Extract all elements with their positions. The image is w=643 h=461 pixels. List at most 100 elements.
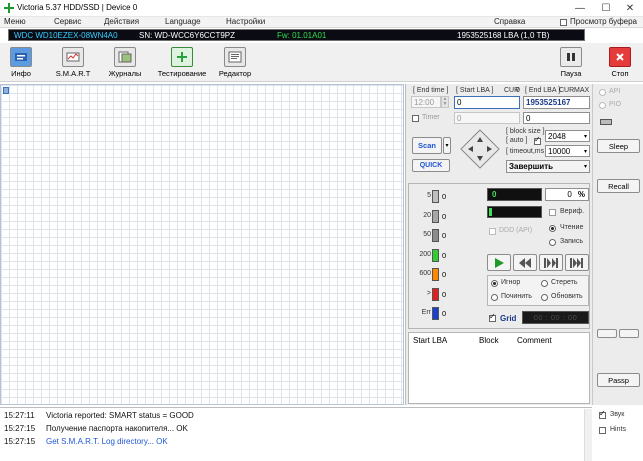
latency-swatch [432,287,439,301]
rewind-icon[interactable] [513,254,537,271]
hints-label: Hints [610,426,626,433]
menu-item-actions[interactable]: Действия [104,17,139,26]
buffer-view-checkbox[interactable] [560,19,567,26]
refresh-radio[interactable] [541,294,548,301]
menu-item-service[interactable]: Сервис [54,17,81,26]
grid-checkbox[interactable] [489,312,496,322]
finish-action-select[interactable]: Завершить ▾ [506,160,590,173]
start-lba-field[interactable]: 0 [454,96,520,109]
device-serial: SN: WD-WCC6Y6CCT9PZ [139,31,236,40]
auto-label: [ auto ] [506,137,528,144]
verify-checkbox[interactable] [549,209,556,216]
erase-radio[interactable] [541,280,548,287]
end-time-spinner[interactable]: ▲ ▼ [441,96,449,108]
write-radio[interactable] [549,239,556,246]
latency-row: 200 0 [413,248,453,263]
editor-button[interactable]: Редактор [217,44,253,81]
log-row: 15:27:15 Получение паспорта накопителя...… [4,424,188,433]
menu-bar: Меню Сервис Действия Language Настройки … [0,17,643,28]
sound-label: Звук [610,411,625,418]
stop-icon [609,47,631,67]
direction-pad[interactable] [460,129,500,169]
latency-row: 20 0 [413,209,453,224]
passp-button[interactable]: Passp [597,373,640,387]
aux-button-2[interactable] [619,329,639,338]
editor-icon [224,47,246,67]
latency-count: 0 [442,192,447,201]
end-icon[interactable] [565,254,589,271]
toolbar: Инфо S.M.A.R.T Журналы Тестирование Реда… [0,43,643,82]
surface-map[interactable] [0,84,404,405]
api-label: API [609,88,621,95]
device-info-bar: WDC WD10EZEX-08WN4A0 SN: WD-WCC6Y6CCT9PZ… [8,29,585,41]
menu-item-language[interactable]: Language [165,17,201,26]
end-lba-field[interactable]: 1953525167 [523,96,590,109]
auto-checkbox[interactable] [534,135,541,145]
skip-icon[interactable] [539,254,563,271]
menu-item-menu[interactable]: Меню [4,17,26,26]
latency-row: 50 [413,190,453,204]
api-radio[interactable] [599,89,606,96]
maximize-button[interactable]: ☐ [593,0,619,17]
start-lba-zero-button[interactable]: 0 [516,87,520,94]
recall-button[interactable]: Recall [597,179,640,193]
pause-icon [560,47,582,67]
latency-label: 5 [427,192,431,199]
menu-item-help[interactable]: Справка [494,17,525,26]
minimize-button[interactable]: — [567,0,593,17]
timer-label: Timer [422,114,440,121]
latency-count: 0 [442,250,447,260]
indicator-led [600,119,612,125]
log-scrollbar[interactable] [584,409,592,461]
end-lba-cur-button[interactable]: CUR [559,87,574,94]
end-lba-max-button[interactable]: MAX [574,87,589,94]
app-icon [4,3,14,13]
close-button[interactable]: ✕ [617,0,643,17]
quick-button[interactable]: QUICK [412,159,450,172]
latency-swatch [432,307,439,320]
lba-range-group: [ End time ] [ Start LBA ] CUR 0 [ End L… [408,86,590,126]
stop-button[interactable]: Стоп [605,44,635,81]
write-label: Запись [560,238,583,245]
grid-timer: 00 : 00 : 00 [522,311,589,324]
pio-radio[interactable] [599,102,606,109]
hints-checkbox[interactable] [599,427,606,434]
window-title: Victoria 5.37 HDD/SSD | Device 0 [17,3,138,12]
scan-control-panel: [ End time ] [ Start LBA ] CUR 0 [ End L… [405,84,592,405]
smart-button[interactable]: S.M.A.R.T [52,44,94,81]
read-radio[interactable] [549,225,556,232]
latency-count: 0 [442,270,447,279]
latency-swatch [432,190,439,203]
col-comment[interactable]: Comment [517,336,552,345]
sleep-button[interactable]: Sleep [597,139,640,153]
timeout-select[interactable]: 10000 ▾ [545,145,590,157]
remap-radio[interactable] [491,294,498,301]
timer-checkbox[interactable] [412,115,419,122]
timeout-label: [ timeout,ms ] [506,148,549,155]
col-block[interactable]: Block [479,336,499,345]
timer-field[interactable]: 0 [454,112,520,124]
read-label: Чтение [560,224,584,231]
menu-item-settings[interactable]: Настройки [226,17,265,26]
ddd-api-checkbox[interactable] [489,228,496,235]
end-lba-field-2[interactable]: 0 [523,112,590,124]
block-size-select[interactable]: 2048 ▾ [545,130,590,142]
scan-button[interactable]: Scan [412,137,442,154]
end-time-field[interactable]: 12:00 [411,96,441,108]
latency-label: > [426,289,431,297]
aux-button-1[interactable] [597,329,617,338]
info-button[interactable]: Инфо [6,44,36,81]
latency-label: 50 [423,231,431,238]
sound-checkbox[interactable] [599,409,606,419]
ignore-radio[interactable] [491,280,498,287]
playback-controls [487,254,589,272]
logs-button[interactable]: Журналы [106,44,144,81]
logs-icon [114,47,136,67]
scan-dropdown-button[interactable]: ▾ [443,137,451,154]
chevron-down-icon: ▾ [583,164,587,170]
ignore-label: Игнор [501,279,521,286]
play-icon[interactable] [487,254,511,271]
col-start-lba[interactable]: Start LBA [413,336,447,345]
pause-button[interactable]: Пауза [558,44,584,81]
test-button[interactable]: Тестирование [155,44,209,81]
